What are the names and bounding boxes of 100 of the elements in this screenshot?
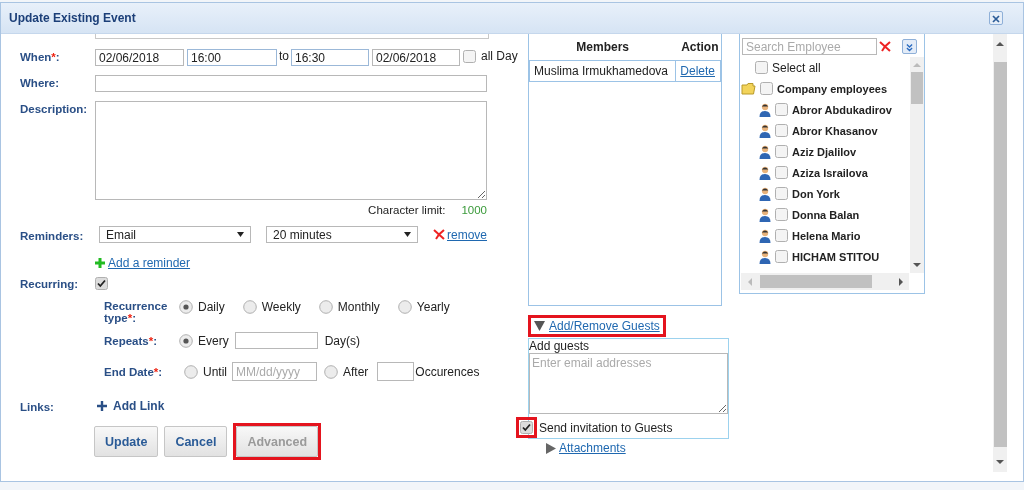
field-label: Where:	[20, 76, 60, 89]
person-icon	[759, 102, 771, 117]
person-icon	[759, 144, 771, 159]
date-field[interactable]: 02/06/2018	[372, 49, 460, 66]
collapse-button[interactable]	[902, 39, 917, 54]
radio-button[interactable]	[242, 300, 257, 314]
remove-icon[interactable]	[433, 229, 445, 240]
person-icon	[759, 165, 771, 180]
plus-icon	[97, 401, 107, 411]
employee-name[interactable]: Helena Mario	[792, 229, 861, 242]
scroll-left-icon[interactable]	[746, 277, 754, 286]
checkbox[interactable]	[775, 208, 788, 221]
field-label: Reminders:	[20, 228, 85, 242]
checkbox[interactable]	[775, 103, 788, 116]
checkbox[interactable]	[95, 276, 108, 290]
time-field[interactable]: 16:30	[291, 49, 369, 66]
where-field[interactable]	[95, 75, 487, 92]
checkbox[interactable]	[775, 124, 788, 137]
guests-email-field[interactable]: Enter email addresses	[529, 353, 728, 414]
checkbox[interactable]	[463, 49, 476, 63]
date-field[interactable]: 02/06/2018	[95, 49, 184, 66]
radio-label: Weekly	[261, 300, 301, 314]
person-icon	[759, 249, 771, 264]
radio-label: Yearly	[416, 300, 450, 314]
description-field[interactable]	[95, 101, 487, 200]
employee-name[interactable]: Aziz Djalilov	[792, 145, 857, 158]
employee-name[interactable]: Donna Balan	[792, 208, 860, 221]
checkbox[interactable]	[775, 145, 788, 158]
time-field[interactable]: 16:00	[187, 49, 277, 66]
action-button[interactable]: Update	[94, 426, 159, 457]
person-icon	[759, 123, 771, 138]
employee-name[interactable]: Don York	[792, 187, 840, 200]
add-link-button[interactable]: Add Link	[97, 399, 165, 413]
count-field[interactable]	[377, 362, 415, 381]
radio-button[interactable]	[397, 300, 412, 314]
add-remove-guests-toggle[interactable]: Add/Remove Guests	[528, 315, 666, 337]
scroll-down-icon[interactable]	[996, 458, 1004, 466]
employee-name[interactable]: Aziza Israilova	[792, 166, 868, 179]
group-label[interactable]: Company employees	[777, 82, 888, 95]
field-label: When*:	[20, 50, 61, 63]
checkbox[interactable]	[775, 187, 788, 200]
remove-link[interactable]: remove	[447, 227, 487, 242]
scroll-right-icon[interactable]	[897, 277, 905, 286]
scrollbar[interactable]	[741, 273, 909, 290]
person-icon	[759, 228, 771, 243]
radio-label: Monthly	[337, 300, 380, 314]
character-limit-value: 1000	[461, 204, 487, 216]
search-field[interactable]: Search Employee	[742, 38, 877, 55]
dialog-title: Update Existing Event	[9, 11, 136, 25]
delete-link[interactable]: Delete	[675, 60, 721, 82]
radio-label: After	[343, 364, 369, 379]
attachments-link[interactable]: Attachments	[559, 441, 626, 455]
person-icon	[759, 186, 771, 201]
scroll-thumb[interactable]	[760, 275, 872, 288]
reminder-method-dropdown[interactable]: Email	[99, 226, 251, 243]
field-label: Links:	[20, 400, 55, 413]
checkbox[interactable]	[775, 250, 788, 263]
scrollbar[interactable]	[910, 57, 924, 273]
close-button[interactable]	[989, 11, 1003, 25]
input-field[interactable]	[95, 34, 489, 39]
action-button[interactable]: Cancel	[164, 426, 228, 457]
scroll-thumb[interactable]	[911, 72, 923, 104]
clear-icon[interactable]	[879, 41, 891, 52]
column-header: Members	[529, 34, 676, 61]
field-label: Add guests	[529, 339, 591, 353]
field-label: End Date*:	[104, 365, 164, 378]
employee-name[interactable]: HICHAM STITOU	[792, 250, 880, 263]
checkbox[interactable]	[760, 82, 773, 95]
caret-icon[interactable]	[546, 442, 556, 454]
scroll-down-icon[interactable]	[913, 261, 921, 269]
employee-name[interactable]: Abror Abdukadirov	[792, 103, 892, 116]
employee-name[interactable]: Abror Khasanov	[792, 124, 878, 137]
checkbox[interactable]	[775, 229, 788, 242]
member-name: Muslima Irmukhamedova	[529, 60, 676, 82]
caret-icon	[237, 232, 244, 237]
checkbox[interactable]	[755, 61, 768, 74]
checkbox-label: Send invitation to Guests	[539, 420, 673, 435]
interval-field[interactable]	[234, 332, 318, 349]
reminder-time-dropdown[interactable]: 20 minutes	[266, 226, 418, 243]
column-header: Action	[675, 34, 721, 61]
radio-label: Daily	[198, 300, 225, 314]
scroll-up-icon[interactable]	[996, 40, 1004, 48]
plus-icon[interactable]	[95, 258, 105, 268]
radio-button[interactable]	[184, 364, 198, 379]
radio-label: Every	[198, 333, 229, 348]
date-field[interactable]: MM/dd/yyyy	[232, 362, 317, 381]
checkbox[interactable]	[775, 166, 788, 179]
add-reminder-link[interactable]: Add a reminder	[108, 256, 191, 270]
field-label: Repeats*:	[104, 334, 159, 347]
caret-icon	[534, 321, 545, 331]
unit-label: Day(s)	[324, 333, 361, 348]
radio-button[interactable]	[179, 333, 193, 348]
radio-button[interactable]	[318, 300, 333, 314]
radio-button[interactable]	[179, 300, 193, 314]
person-icon	[759, 207, 771, 222]
separator-text: to	[279, 49, 289, 63]
folder-icon	[741, 82, 756, 95]
character-limit-label: Character limit:	[368, 204, 446, 216]
select-all-label: Select all	[772, 60, 821, 75]
radio-button[interactable]	[324, 364, 338, 379]
